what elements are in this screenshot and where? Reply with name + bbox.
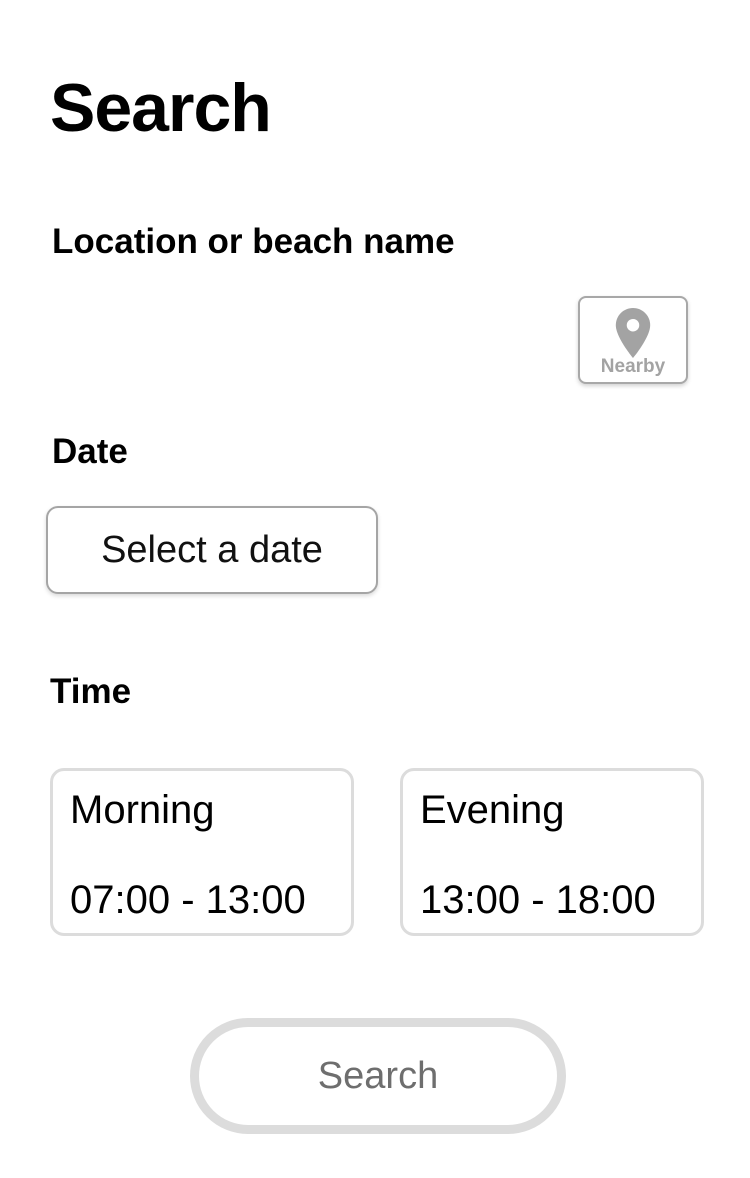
- date-label: Date: [52, 432, 128, 471]
- location-search-input[interactable]: [52, 290, 552, 380]
- time-option-period: Evening: [420, 788, 565, 832]
- time-option-morning[interactable]: Morning 07:00 - 13:00: [50, 768, 354, 936]
- map-pin-icon: [615, 308, 651, 358]
- search-button[interactable]: Search: [190, 1018, 566, 1134]
- time-option-range: 07:00 - 13:00: [70, 878, 306, 922]
- page-title: Search: [50, 70, 272, 146]
- time-option-period: Morning: [70, 788, 215, 832]
- nearby-button[interactable]: Nearby: [578, 296, 688, 384]
- location-label: Location or beach name: [52, 222, 455, 261]
- select-date-button[interactable]: Select a date: [46, 506, 378, 594]
- time-option-range: 13:00 - 18:00: [420, 878, 656, 922]
- nearby-label: Nearby: [600, 356, 666, 377]
- time-label: Time: [50, 672, 132, 711]
- search-screen: Search Location or beach name Nearby Dat…: [0, 0, 750, 1178]
- time-option-evening[interactable]: Evening 13:00 - 18:00: [400, 768, 704, 936]
